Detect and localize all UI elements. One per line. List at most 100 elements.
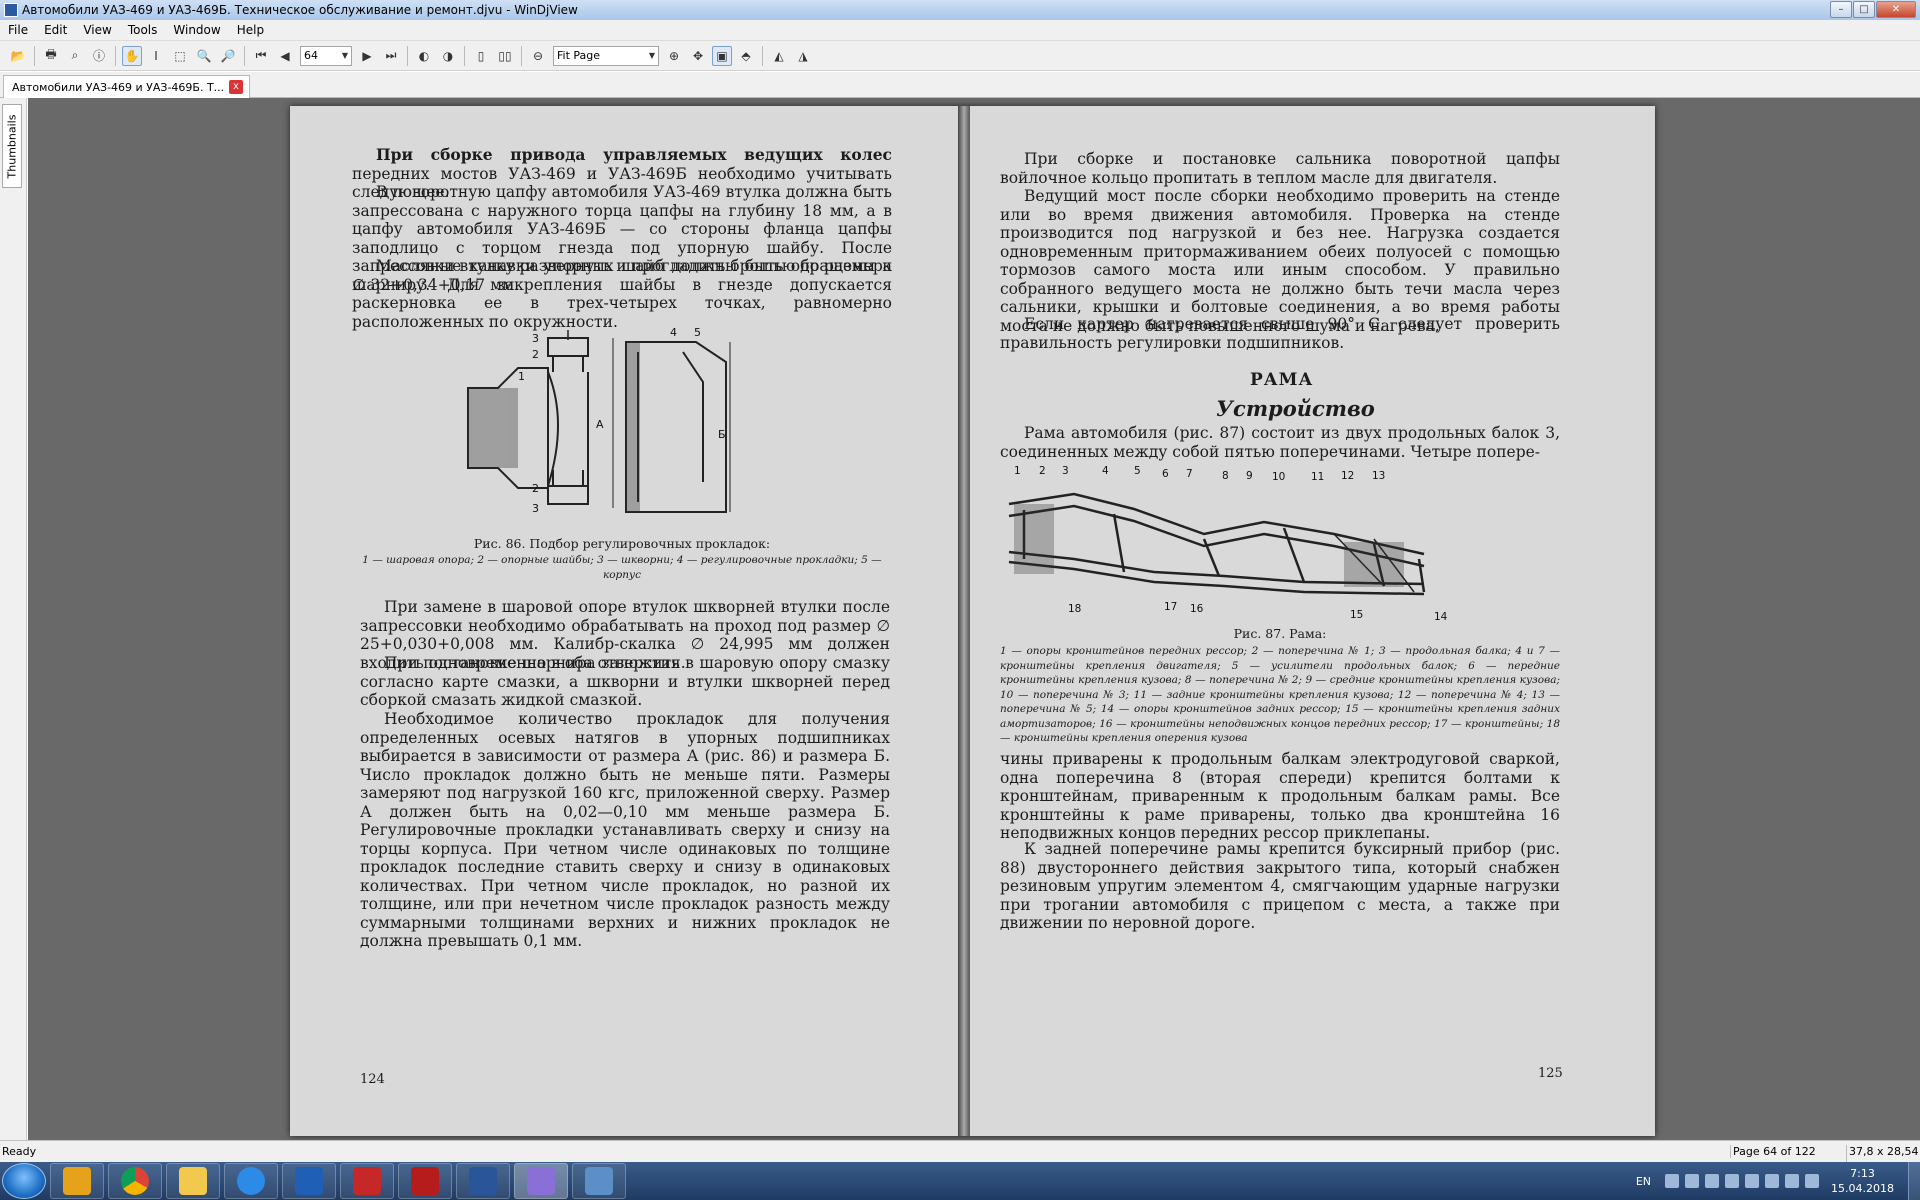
- clock[interactable]: 7:13 15.04.2018: [1831, 1166, 1894, 1196]
- zoom-value: Fit Page: [557, 49, 601, 62]
- tray-icon-5[interactable]: [1745, 1174, 1760, 1188]
- start-button[interactable]: [2, 1163, 46, 1199]
- taskbar-acrobat-reader[interactable]: [398, 1163, 452, 1199]
- menu-window[interactable]: Window: [165, 23, 228, 37]
- word-icon: [469, 1167, 497, 1195]
- language-indicator[interactable]: EN: [1636, 1175, 1651, 1188]
- forward-icon[interactable]: ◑: [438, 46, 458, 66]
- left-paragraph-1-bold: При сборке привода управляемых ведущих к…: [376, 145, 892, 164]
- taskbar-internet-explorer[interactable]: [224, 1163, 278, 1199]
- toolbar-separator: [464, 45, 465, 66]
- zoom-in-tool-icon[interactable]: 🔍: [194, 46, 214, 66]
- taskbar-word[interactable]: [456, 1163, 510, 1199]
- taskbar-explorer[interactable]: [166, 1163, 220, 1199]
- toolbar-separator: [521, 45, 522, 66]
- fit-page-icon[interactable]: ▣: [712, 45, 732, 66]
- tray-icon-6[interactable]: [1765, 1174, 1780, 1188]
- zoom-combo[interactable]: Fit Page ▼: [553, 45, 659, 66]
- status-ready-text: Ready: [2, 1145, 37, 1158]
- close-window-button[interactable]: ✕: [1876, 1, 1916, 18]
- fig87-label-16: 16: [1190, 603, 1204, 615]
- first-page-icon[interactable]: ⏮: [251, 46, 271, 66]
- zoom-rect-icon[interactable]: 🔎: [218, 46, 238, 66]
- rotate-right-icon[interactable]: ◮: [793, 46, 813, 66]
- menu-tools[interactable]: Tools: [120, 23, 166, 37]
- left-paragraph-5: При постановке шарнира заложить в шарову…: [360, 654, 890, 709]
- page-number-combo[interactable]: 64 ▼: [300, 45, 352, 66]
- menu-edit[interactable]: Edit: [36, 23, 75, 37]
- right-paragraph-5: чины приварены к продольным балкам элект…: [1000, 750, 1560, 842]
- actual-size-icon[interactable]: ⬘: [736, 46, 756, 66]
- taskbar-outlook[interactable]: [282, 1163, 336, 1199]
- image-viewer-icon: [585, 1167, 613, 1195]
- menu-view[interactable]: View: [75, 23, 119, 37]
- info-icon[interactable]: ⓘ: [89, 46, 109, 66]
- document-viewer[interactable]: При сборке привода управляемых ведущих к…: [28, 98, 1920, 1140]
- tray-icon-3[interactable]: [1705, 1174, 1720, 1188]
- fig86-label-3-bottom: 3: [532, 502, 539, 515]
- acrobat-reader-icon: [411, 1167, 439, 1195]
- fig87-label-3: 3: [1062, 465, 1069, 477]
- fit-width-icon[interactable]: ✥: [688, 46, 708, 66]
- section-heading-rama: РАМА: [1250, 370, 1314, 390]
- toolbar-separator: [407, 45, 408, 66]
- menu-file[interactable]: File: [0, 23, 36, 37]
- fig86-label-2-bottom: 2: [532, 482, 539, 495]
- toolbar-separator: [34, 45, 35, 66]
- fig87-label-7: 7: [1186, 468, 1193, 480]
- toolbar-separator: [115, 45, 116, 66]
- taskbar-chrome[interactable]: [108, 1163, 162, 1199]
- zoom-out-icon[interactable]: ⊖: [528, 46, 548, 66]
- system-tray: EN 7:13 15.04.2018: [1636, 1162, 1920, 1200]
- figure-86-drawing: 3 2 1 2 3 А 4 5 Б: [467, 328, 731, 515]
- rotate-left-icon[interactable]: ◭: [769, 46, 789, 66]
- windjview-app-icon[interactable]: [4, 3, 18, 17]
- tray-icon-2[interactable]: [1685, 1174, 1700, 1188]
- volume-icon[interactable]: [1805, 1174, 1820, 1188]
- fig87-label-11: 11: [1311, 471, 1324, 483]
- fig86-label-1: 1: [518, 370, 525, 383]
- right-paragraph-6: К задней поперечине рамы крепится буксир…: [1000, 840, 1560, 932]
- fig86-label-B: Б: [718, 428, 726, 441]
- right-paragraph-4: Рама автомобиля (рис. 87) состоит из дву…: [1000, 424, 1560, 461]
- rect-select-icon[interactable]: ⬚: [170, 46, 190, 66]
- taskbar-windjview[interactable]: [514, 1163, 568, 1199]
- fig87-label-10: 10: [1272, 471, 1285, 483]
- minimize-button[interactable]: –: [1830, 1, 1852, 18]
- fig87-label-9: 9: [1246, 470, 1253, 482]
- next-page-icon[interactable]: ▶: [357, 46, 377, 66]
- open-folder-icon[interactable]: 📂: [8, 46, 28, 66]
- document-tab-label: Автомобили УАЗ-469 и УАЗ-469Б. Т...: [12, 80, 225, 94]
- show-desktop-button[interactable]: [1908, 1162, 1920, 1200]
- print-icon[interactable]: 🖶: [41, 46, 61, 66]
- last-page-icon[interactable]: ⏭: [381, 46, 401, 66]
- fig86-label-3-top: 3: [532, 332, 539, 345]
- figure-86-legend: 1 — шаровая опора; 2 — опорные шайбы; 3 …: [362, 554, 882, 581]
- zoom-in-icon[interactable]: ⊕: [664, 46, 684, 66]
- previous-page-icon[interactable]: ◀: [275, 46, 295, 66]
- left-paragraph-3: Масляные канавки упорных шайб должны быт…: [352, 257, 892, 331]
- thumbnails-tab[interactable]: Thumbnails: [2, 104, 22, 188]
- tray-icon-1[interactable]: [1665, 1174, 1680, 1188]
- taskbar-acrobat-distiller[interactable]: [340, 1163, 394, 1199]
- document-tab[interactable]: Автомобили УАЗ-469 и УАЗ-469Б. Т... x: [3, 75, 250, 98]
- tray-icon-4[interactable]: [1725, 1174, 1740, 1188]
- figure-87-caption: Рис. 87. Рама:: [1233, 626, 1327, 641]
- taskbar-image-viewer[interactable]: [572, 1163, 626, 1199]
- two-pages-icon[interactable]: ▯▯: [495, 46, 515, 66]
- find-icon[interactable]: ⌕: [65, 46, 85, 66]
- toolbar: 📂 🖶 ⌕ ⓘ ✋ I ⬚ 🔍 🔎 ⏮ ◀ 64 ▼ ▶ ⏭ ◐ ◑ ▯ ▯▯ …: [0, 41, 1920, 71]
- hand-tool-icon[interactable]: ✋: [122, 45, 142, 66]
- window-title: Автомобили УАЗ-469 и УАЗ-469Б. Техническ…: [22, 3, 578, 17]
- select-tool-icon[interactable]: I: [146, 46, 166, 66]
- back-icon[interactable]: ◐: [414, 46, 434, 66]
- single-page-icon[interactable]: ▯: [471, 46, 491, 66]
- window-controls: – □ ✕: [1829, 1, 1916, 18]
- network-icon[interactable]: [1785, 1174, 1800, 1188]
- page-spread: При сборке привода управляемых ведущих к…: [290, 106, 1655, 1136]
- taskbar-media-player[interactable]: [50, 1163, 104, 1199]
- toolbar-separator: [762, 45, 763, 66]
- menu-help[interactable]: Help: [229, 23, 272, 37]
- close-tab-icon[interactable]: x: [229, 80, 243, 94]
- maximize-button[interactable]: □: [1853, 1, 1875, 18]
